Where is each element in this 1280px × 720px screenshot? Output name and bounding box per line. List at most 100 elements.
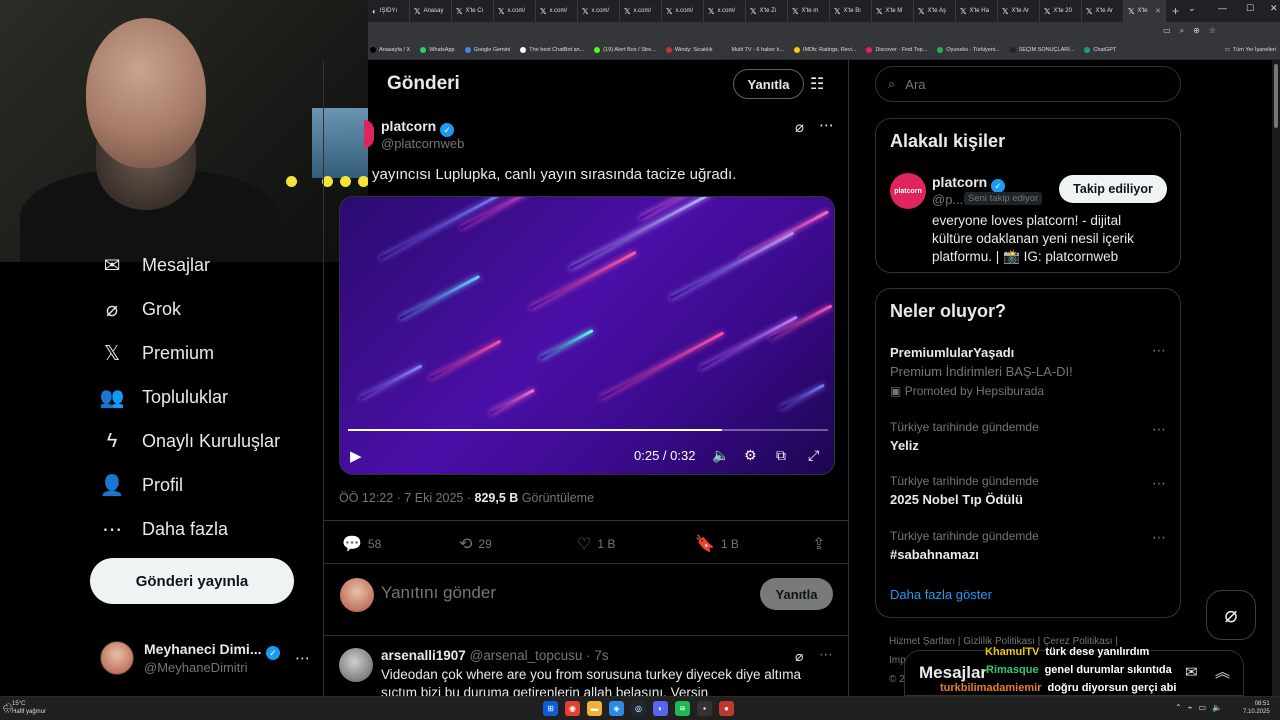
sliders-icon[interactable]: ☷ (810, 74, 824, 94)
bookmark-item[interactable]: WhatsApp (420, 46, 455, 53)
sidebar-item-grok[interactable]: ⌀ Grok (100, 294, 181, 324)
scrollbar-thumb[interactable] (1274, 64, 1278, 128)
grok-button[interactable]: ⌀ (1206, 590, 1256, 640)
tweet-time[interactable]: ÖÖ 12:22 · 7 Eki 2025 · (339, 491, 471, 505)
bookmark-item[interactable]: Multi TV - 6 haber k... (722, 46, 784, 53)
close-icon[interactable]: ✕ (1155, 7, 1161, 15)
sidebar-item-messages[interactable]: ✉ Mesajlar (100, 250, 210, 280)
bookmark-item[interactable]: Discover - Find Top... (866, 46, 927, 53)
browser-tab[interactable]: 𝕏x.com/ (578, 0, 620, 22)
trend-title[interactable]: Yeliz (890, 438, 919, 453)
following-button[interactable]: Takip ediliyor (1059, 175, 1167, 203)
browser-tab[interactable]: 𝕏 X'te Ha (956, 0, 998, 22)
author-handle[interactable]: @platcornweb (381, 136, 464, 151)
clock[interactable]: 08:51 7.10.2025 (1243, 700, 1270, 716)
bookmark-item[interactable]: Google Gemini (464, 46, 510, 53)
bookmark-item[interactable]: The best ChatBot an... (520, 46, 584, 53)
like-action[interactable]: ♡ 1 B (577, 534, 615, 554)
browser-tab[interactable]: 𝕏 X'te 20 (1040, 0, 1082, 22)
related-handle[interactable]: @p... (932, 192, 963, 207)
browser-tab[interactable]: 𝕏x.com/ (662, 0, 704, 22)
new-tab-button[interactable]: + (1172, 4, 1179, 18)
address-bar[interactable]: ▭ ⌕ ⊕ ☆ (368, 22, 1280, 40)
close-icon[interactable]: ✕ (1270, 3, 1278, 14)
app-icon[interactable]: ◈ (609, 701, 624, 716)
reply-action[interactable]: 💬 58 (342, 534, 381, 554)
browser-tab[interactable]: 𝕏x.com/ (494, 0, 536, 22)
app-icon[interactable]: ● (719, 701, 734, 716)
grok-icon[interactable]: ⌀ (795, 118, 804, 136)
browser-tab[interactable]: 𝕏 X'te Ar (998, 0, 1040, 22)
browser-tab[interactable]: 𝕏 X'te Cı (452, 0, 494, 22)
spotify-icon[interactable]: ≋ (675, 701, 690, 716)
related-name[interactable]: platcorn ✓ (932, 174, 1006, 193)
reply-author-name[interactable]: arsenalli1907 (381, 648, 466, 663)
browser-tab[interactable]: 𝕏x.com/ (536, 0, 578, 22)
more-icon[interactable]: ⋯ (1152, 342, 1166, 359)
browser-tab[interactable]: 𝕏 X'te Zı (746, 0, 788, 22)
more-icon[interactable]: ⋯ (819, 116, 834, 134)
bookmark-item[interactable]: Oyuneks - Türkiyeni... (937, 46, 1000, 53)
discord-icon[interactable]: ◐ (653, 701, 668, 716)
zoom-icon[interactable]: ⌕ (1180, 26, 1184, 36)
settings-icon[interactable]: ⚙ (744, 447, 757, 464)
show-more-link[interactable]: Daha fazla göster (890, 587, 992, 602)
reply-submit-button[interactable]: Yanıtla (760, 578, 833, 610)
sidebar-item-communities[interactable]: 👥 Topluluklar (100, 382, 229, 412)
trend-title[interactable]: #sabahnamazı (890, 547, 979, 562)
author-name[interactable]: platcorn ✓ (381, 118, 455, 137)
volume-icon[interactable]: 🔈 (1212, 703, 1222, 712)
browser-tab[interactable]: 𝕏x.com/ (704, 0, 746, 22)
display-icon[interactable]: ▭ (1199, 703, 1207, 712)
reply-input[interactable] (381, 583, 741, 603)
weather-widget[interactable]: 15°C Hafif yağmur (12, 700, 46, 716)
browser-tab[interactable]: 𝕏 X'te Bı (830, 0, 872, 22)
browser-tab[interactable]: ◐ IŞIDYı (368, 0, 410, 22)
new-message-icon[interactable]: ✉ (1185, 663, 1198, 681)
minimize-icon[interactable]: — (1218, 3, 1227, 13)
more-icon[interactable]: ⋯ (1152, 475, 1166, 492)
chevron-up-icon[interactable]: ⌃ (1175, 703, 1182, 712)
browser-tab[interactable]: 𝕏 X'te m (788, 0, 830, 22)
tab-search-icon[interactable]: ⌄ (1188, 3, 1196, 14)
sidebar-item-more[interactable]: ⋯ Daha fazla (100, 514, 228, 544)
browser-tab[interactable]: 𝕏 X'te Ar (1082, 0, 1124, 22)
scrollbar[interactable] (1272, 60, 1280, 696)
maximize-icon[interactable]: ☐ (1246, 3, 1254, 14)
sidebar-item-profile[interactable]: 👤 Profil (100, 470, 183, 500)
browser-tab[interactable]: 𝕏x.com/ (620, 0, 662, 22)
browser-tab[interactable]: 𝕏 X'te ✕ (1124, 0, 1166, 22)
bookmark-item[interactable]: SEÇİM SONUÇLARI... (1009, 46, 1074, 53)
repost-action[interactable]: ⟲ 29 (459, 534, 492, 554)
fullscreen-icon[interactable]: ⤢ (808, 447, 819, 464)
browser-tab[interactable]: 𝕏 X'te M (872, 0, 914, 22)
more-icon[interactable]: ⋯ (1152, 529, 1166, 546)
post-button[interactable]: Gönderi yayınla (90, 558, 294, 604)
reply-filter-button[interactable]: Yanıtla (733, 69, 804, 99)
video-progress-bar[interactable] (348, 429, 828, 431)
video-player[interactable]: ▶ 0:25 / 0:32 🔈 ⚙ ⧉ ⤢ (339, 196, 835, 475)
volume-icon[interactable]: 🔈 (712, 447, 729, 464)
trend-title[interactable]: PremiumlularYaşadı (890, 345, 1014, 360)
pip-icon[interactable]: ⧉ (776, 447, 786, 464)
share-action[interactable]: ⇪ (812, 534, 825, 554)
more-icon[interactable]: ⋯ (819, 646, 833, 663)
reply-author-handle[interactable]: @arsenal_topcusu (470, 648, 583, 663)
start-icon[interactable]: ⊞ (543, 701, 558, 716)
bookmark-item[interactable]: ChatGPT (1084, 46, 1116, 53)
avatar[interactable] (339, 648, 373, 682)
search-box[interactable]: ⌕ (875, 66, 1181, 102)
play-icon[interactable]: ▶ (350, 447, 362, 465)
account-switcher[interactable]: Meyhaneci Dimi... ✓ @MeyhaneDimitri ⋯ (100, 636, 310, 680)
star-icon[interactable]: ☆ (1209, 26, 1216, 36)
bookmark-item[interactable]: (19) Alert Box / Stre... (594, 46, 656, 53)
app-icon[interactable]: ▪ (697, 701, 712, 716)
bookmark-item[interactable]: Windy: Sıcaklık (665, 46, 712, 53)
sidebar-item-verified-orgs[interactable]: ϟ Onaylı Kuruluşlar (100, 426, 280, 456)
browser-tab[interactable]: 𝕏 Anasay (410, 0, 452, 22)
trend-title[interactable]: 2025 Nobel Tıp Ödülü (890, 492, 1023, 507)
more-icon[interactable]: ⋯ (295, 649, 310, 667)
avatar[interactable]: platcorn (890, 173, 926, 209)
network-icon[interactable]: ⌁ (1188, 703, 1193, 712)
author-avatar[interactable] (364, 120, 374, 148)
